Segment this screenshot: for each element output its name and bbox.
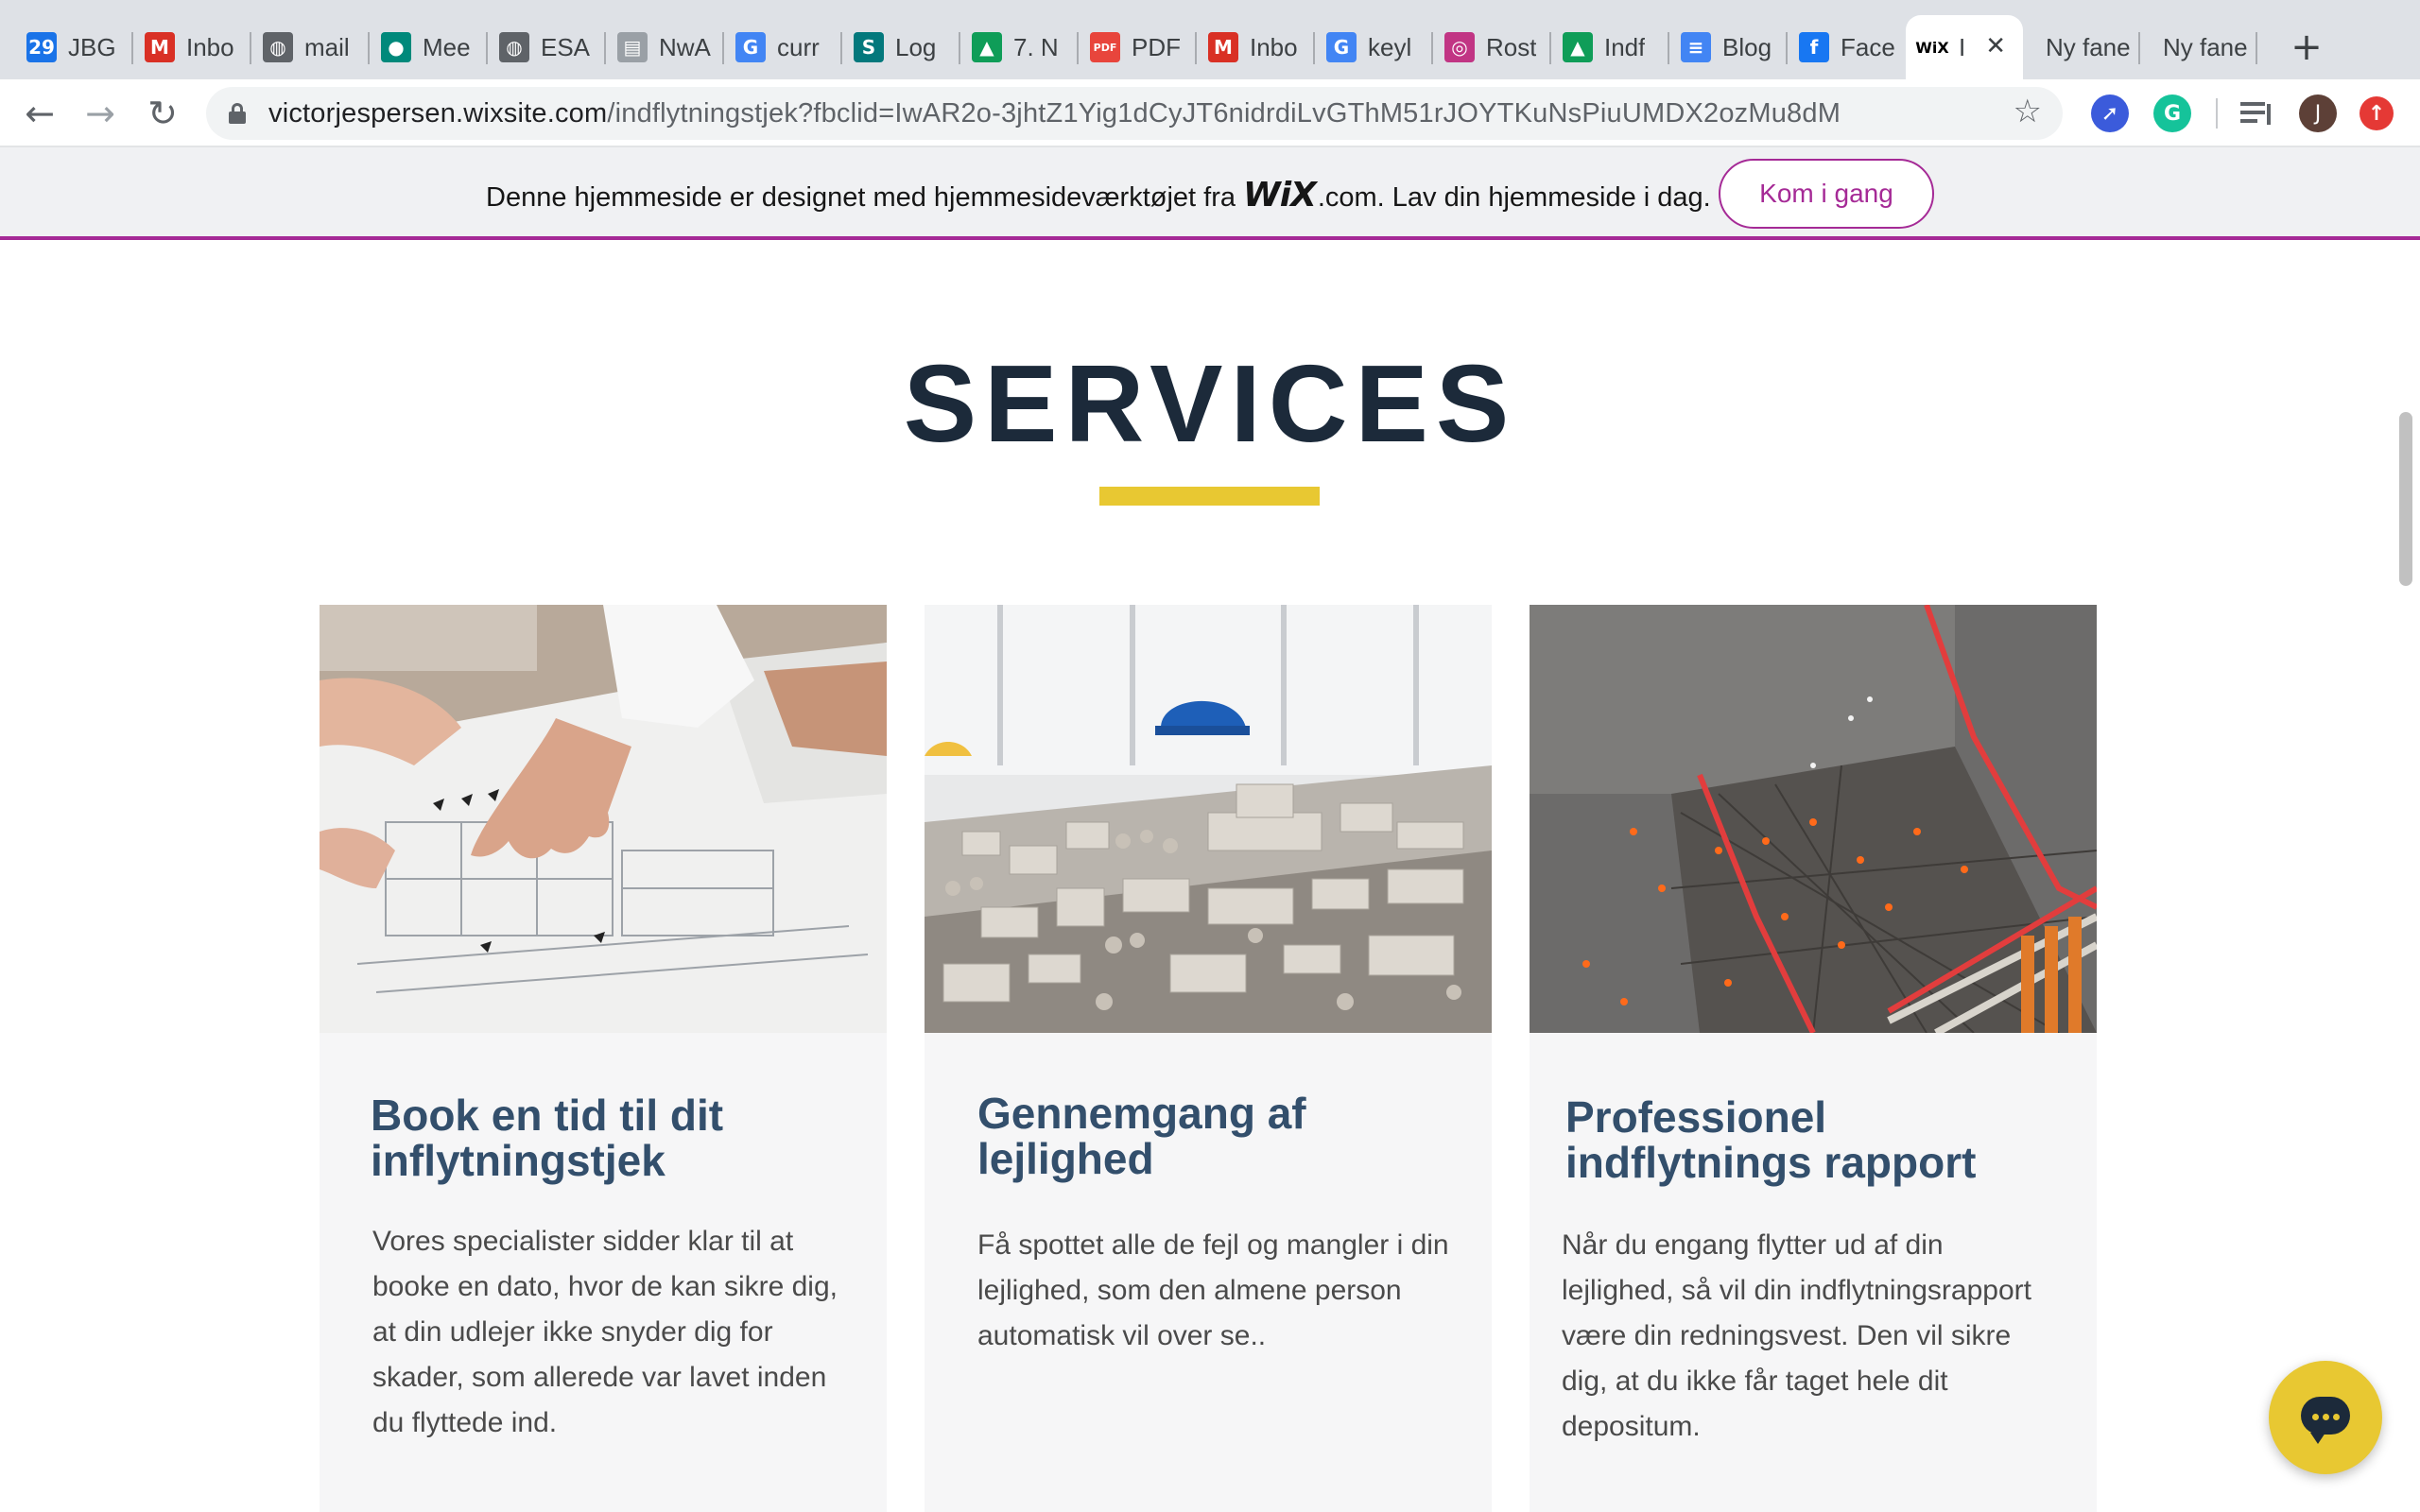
- tab-label: Log: [895, 32, 937, 61]
- tab-10[interactable]: M Inbo: [1197, 15, 1315, 79]
- chat-button[interactable]: [2269, 1361, 2382, 1474]
- tab-11[interactable]: Gkeyl: [1315, 15, 1433, 79]
- tab-5[interactable]: ▤ NwA: [606, 15, 724, 79]
- tab-label: NwA: [659, 32, 711, 61]
- tab-label: mail: [304, 32, 350, 61]
- new-tab-plus-icon[interactable]: +: [2280, 21, 2333, 74]
- tab-label: JBG: [68, 32, 116, 61]
- tab-label: Ny fane: [2163, 32, 2248, 61]
- document-icon: ▤: [617, 32, 648, 62]
- google-calendar-icon: 29: [26, 32, 57, 62]
- wix-logo-icon[interactable]: WiX: [1243, 176, 1317, 215]
- page-title: SERVICES: [903, 342, 1517, 465]
- get-started-button[interactable]: Kom i gang: [1719, 159, 1934, 229]
- close-tab-icon[interactable]: ✕: [1985, 32, 2006, 60]
- tab-label: ESA: [541, 32, 591, 61]
- tab-new-1[interactable]: Ny fane: [2023, 15, 2140, 79]
- google-icon: G: [1326, 32, 1357, 62]
- address-bar[interactable]: victorjespersen.wixsite.com/indflytnings…: [206, 87, 2063, 140]
- tab-label: keyl: [1368, 32, 1412, 61]
- tab-label: Face: [1841, 32, 1895, 61]
- tab-label: 7. N: [1013, 32, 1059, 61]
- back-arrow-icon[interactable]: ←: [15, 89, 64, 138]
- gmail-icon: M: [145, 32, 175, 62]
- tab-label: Rost: [1486, 32, 1537, 61]
- wix-promo-banner: Denne hjemmeside er designet med hjemmes…: [0, 147, 2420, 240]
- reload-icon[interactable]: ↻: [138, 89, 187, 138]
- wix-banner-text-before: Denne hjemmeside er designet med hjemmes…: [486, 182, 1236, 213]
- blueprint-photo: [320, 605, 887, 1033]
- profile-avatar[interactable]: J: [2299, 94, 2337, 132]
- tab-label: Indf: [1604, 32, 1646, 61]
- forward-arrow-icon[interactable]: →: [76, 89, 125, 138]
- tab-label: Ny fane: [2046, 32, 2131, 61]
- service-card-report[interactable]: Professionel indflytnings rapport Når du…: [1530, 605, 2097, 1512]
- tab-2[interactable]: ◍ mail: [251, 15, 370, 79]
- tab-label: curr: [777, 32, 820, 61]
- service-card-booking[interactable]: Book en tid til dit inflytningstjek Vore…: [320, 605, 887, 1512]
- wix-banner-text: Denne hjemmeside er designet med hjemmes…: [486, 176, 1711, 215]
- tab-12[interactable]: ◎ Rost: [1433, 15, 1551, 79]
- update-arrow-icon[interactable]: ↑: [2360, 96, 2394, 130]
- facebook-icon: f: [1799, 32, 1829, 62]
- card-title: Book en tid til dit inflytningstjek: [371, 1091, 724, 1185]
- wix-icon: WiX: [1915, 38, 1949, 57]
- rocket-extension-icon[interactable]: ➚: [2091, 94, 2129, 132]
- globe-icon: ◍: [263, 32, 293, 62]
- tab-4[interactable]: ◍ ESA: [488, 15, 606, 79]
- grammarly-extension-icon[interactable]: G: [2153, 94, 2191, 132]
- google-meet-icon: ●: [381, 32, 411, 62]
- card-description: Vores specialister sidder klar til at bo…: [372, 1226, 838, 1438]
- service-card-walkthrough[interactable]: Gennemgang af lejlighed Få spottet alle …: [925, 605, 1492, 1512]
- bookmark-star-icon[interactable]: ☆: [2014, 93, 2042, 130]
- page-scrollbar-thumb[interactable]: [2399, 412, 2412, 586]
- tab-0[interactable]: 29 JBG: [15, 15, 133, 79]
- tab-label: Inbo: [186, 32, 234, 61]
- card-title: Gennemgang af lejlighed: [977, 1089, 1306, 1183]
- tab-9[interactable]: PDF PDF: [1079, 15, 1197, 79]
- toolbar-divider: [2216, 98, 2218, 129]
- tab-1[interactable]: M Inbo: [133, 15, 251, 79]
- google-docs-icon: ≡: [1681, 32, 1711, 62]
- browser-tab-strip: 29 JBG M Inbo ◍ mail ● Mee ◍ ESA ▤ NwA Gcurr S Log ▲ 7. …: [0, 0, 2420, 79]
- url-path: /indflytningstjek?fbclid=IwAR2o-3jhtZ1Yi…: [607, 98, 1841, 129]
- construction-site-photo: [1530, 605, 2097, 1033]
- pdf-icon: PDF: [1090, 32, 1120, 62]
- card-title: Professionel indflytnings rapport: [1565, 1092, 1977, 1187]
- tab-label: PDF: [1132, 32, 1181, 61]
- media-controls-icon[interactable]: [2238, 94, 2276, 132]
- tab-label: Blog: [1722, 32, 1772, 61]
- google-drive-icon: ▲: [1563, 32, 1593, 62]
- card-description: Få spottet alle de fejl og mangler i din…: [977, 1229, 1449, 1351]
- url-host: victorjespersen.wixsite.com: [268, 98, 608, 129]
- tab-13[interactable]: ▲ Indf: [1551, 15, 1669, 79]
- browser-toolbar: ← → ↻ victorjespersen.wixsite.com/indfly…: [0, 79, 2420, 147]
- gmail-icon: M: [1208, 32, 1238, 62]
- tab-label: I: [1959, 32, 1966, 61]
- title-underline-accent: [1099, 487, 1320, 506]
- tab-active-wix[interactable]: WiX I ✕: [1906, 15, 2023, 79]
- instagram-icon: ◎: [1444, 32, 1475, 62]
- tab-7[interactable]: S Log: [842, 15, 960, 79]
- google-drive-icon: ▲: [972, 32, 1002, 62]
- lock-icon: [229, 103, 246, 124]
- google-icon: G: [735, 32, 766, 62]
- sharepoint-icon: S: [854, 32, 884, 62]
- wix-banner-text-after: .com. Lav din hjemmeside i dag.: [1317, 182, 1711, 213]
- tab-new-2[interactable]: Ny fane: [2140, 15, 2257, 79]
- tab-6[interactable]: Gcurr: [724, 15, 842, 79]
- tab-3[interactable]: ● Mee: [370, 15, 488, 79]
- architecture-model-photo: [925, 605, 1492, 1033]
- tab-14[interactable]: ≡ Blog: [1669, 15, 1788, 79]
- tab-label: Mee: [423, 32, 471, 61]
- tab-15[interactable]: f Face: [1788, 15, 1906, 79]
- tab-8[interactable]: ▲ 7. N: [960, 15, 1079, 79]
- url-text[interactable]: victorjespersen.wixsite.com/indflytnings…: [268, 98, 1841, 129]
- tab-label: Inbo: [1250, 32, 1298, 61]
- card-description: Når du engang flytter ud af din lejlighe…: [1562, 1229, 2031, 1442]
- globe-icon: ◍: [499, 32, 529, 62]
